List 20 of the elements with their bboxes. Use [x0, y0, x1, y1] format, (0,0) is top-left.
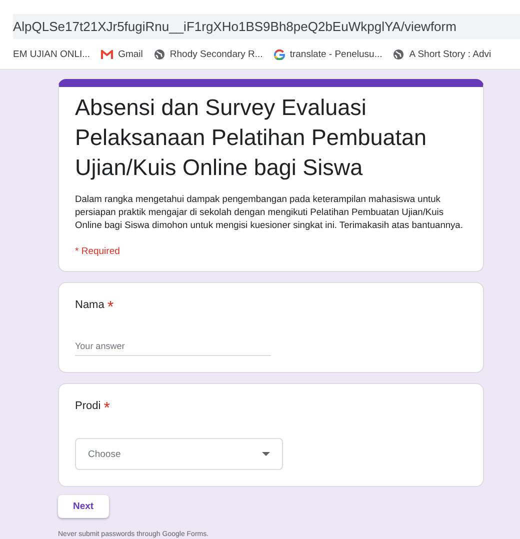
choose-dropdown[interactable]: Choose	[75, 438, 283, 470]
bookmark-link[interactable]: EM UJIAN ONLI...	[13, 48, 90, 60]
bookmark-link[interactable]: Gmail	[101, 48, 143, 60]
google-icon	[274, 48, 285, 60]
globe-icon	[393, 48, 404, 60]
question-label: Prodi	[75, 400, 101, 412]
caret-icon	[262, 452, 270, 456]
required-note: * Required	[75, 246, 120, 257]
form-description: Dalam rangka mengetahui dampak pengembangan pada keterampilan mahasiswa untuk persiapan praktik mengajar di sekolah dengan mengikuti Pelatihan Pembuatan Ujian/Kuis Online bagi Siswa dimohon untuk mengisi kuesioner singkat ini. Terimakasih atas bantuannya.	[75, 193, 464, 232]
form-title: Absensi dan Survey Evaluasi Pelaksanaan Pelatihan Pembuatan Ujian/Kuis Online bagi Siswa	[75, 94, 428, 182]
question-label: Nama	[75, 299, 104, 311]
address-bar[interactable]: AlpQLSe17t21XJr5fugiRnu__iF1rgXHo1BS9Bh8peQ2bEuWkpglYA/viewform	[13, 14, 520, 39]
next-button[interactable]: Next	[58, 495, 109, 518]
bookmark-link[interactable]: Rhody Secondary R...	[154, 48, 263, 60]
required-asterisk: *	[104, 400, 110, 418]
bookmark-link[interactable]: translate - Penelusu...	[274, 48, 382, 60]
gmail-icon	[101, 50, 114, 58]
globe-icon	[154, 48, 165, 60]
required-asterisk: *	[107, 299, 114, 317]
bookmark-link[interactable]: A Short Story : Advi	[393, 48, 492, 60]
